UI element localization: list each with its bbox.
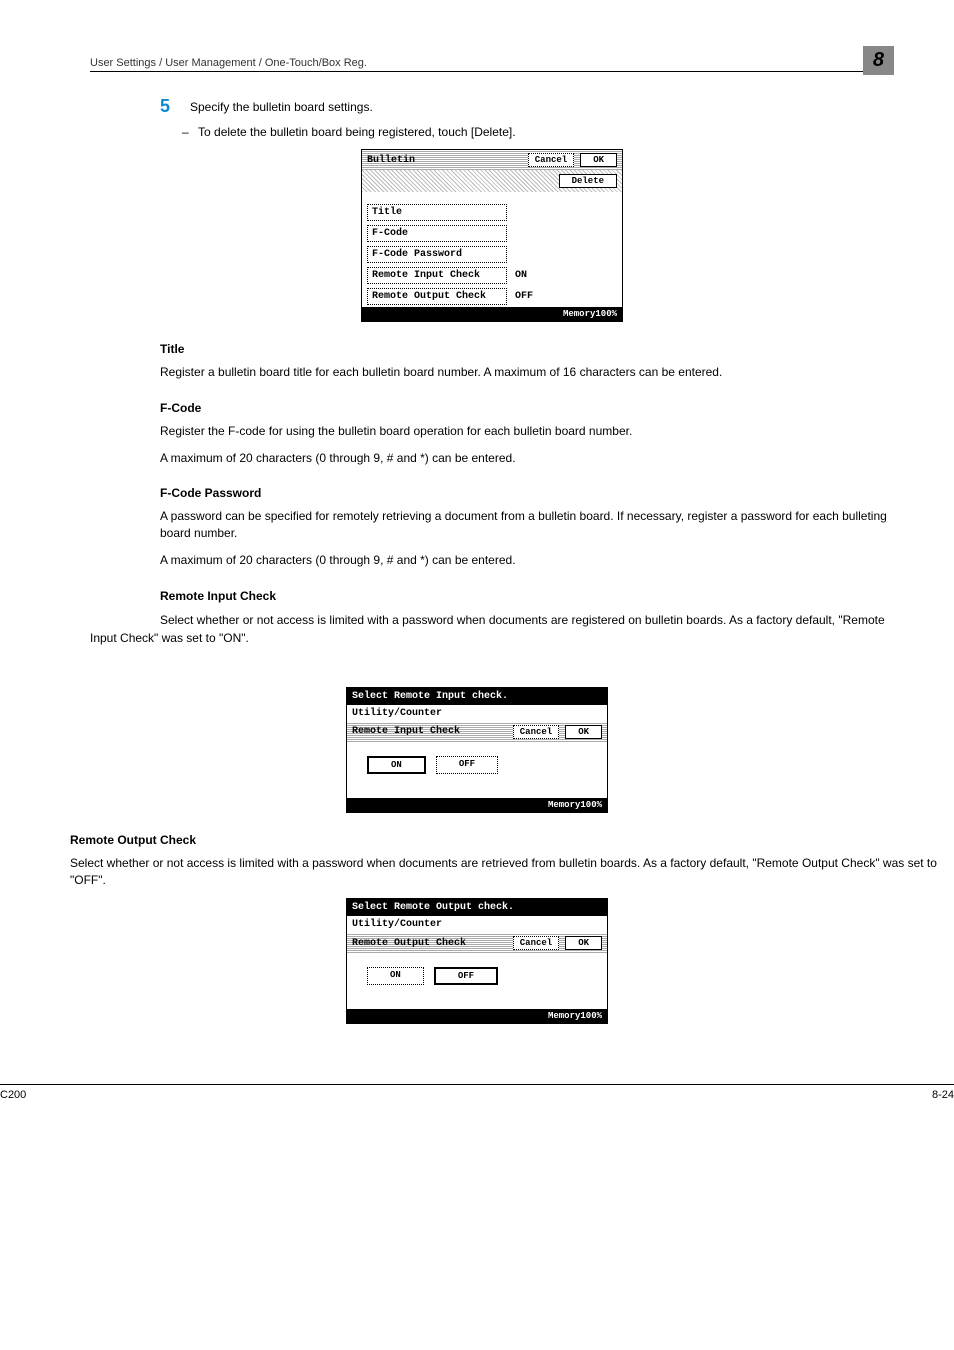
title-field[interactable]: Title	[367, 204, 507, 221]
ok-button[interactable]: OK	[565, 725, 602, 739]
memory-status: Memory100%	[362, 307, 622, 321]
remote-input-screenshot: Select Remote Input check. Utility/Count…	[346, 687, 608, 813]
fcode-password-heading: F-Code Password	[160, 486, 894, 500]
remote-output-body: Select whether or not access is limited …	[70, 855, 954, 889]
delete-button[interactable]: Delete	[559, 174, 617, 188]
cancel-button[interactable]: Cancel	[513, 936, 559, 950]
step-text: Specify the bulletin board settings.	[190, 96, 373, 114]
ss3-label: Remote Output Check	[352, 938, 466, 949]
step-sub-bullet: To delete the bulletin board being regis…	[198, 125, 894, 139]
memory-status: Memory100%	[347, 1009, 607, 1023]
cancel-button[interactable]: Cancel	[513, 725, 559, 739]
fcode-password-field[interactable]: F-Code Password	[367, 246, 507, 263]
off-toggle[interactable]: OFF	[434, 967, 498, 985]
remote-output-value: OFF	[507, 291, 533, 302]
on-toggle[interactable]: ON	[367, 967, 424, 985]
fcode-heading: F-Code	[160, 401, 894, 415]
remote-output-screenshot: Select Remote Output check. Utility/Coun…	[346, 898, 608, 1024]
on-toggle[interactable]: ON	[367, 756, 426, 774]
title-heading: Title	[160, 342, 894, 356]
fcode-field[interactable]: F-Code	[367, 225, 507, 242]
remote-input-check-field[interactable]: Remote Input Check	[367, 267, 507, 284]
ss2-header: Select Remote Input check.	[347, 688, 607, 705]
ss2-crumb: Utility/Counter	[347, 705, 607, 722]
fcode-password-body2: A maximum of 20 characters (0 through 9,…	[160, 552, 894, 569]
remote-output-check-field[interactable]: Remote Output Check	[367, 288, 507, 305]
footer-right: 8-24	[932, 1089, 954, 1101]
ok-button[interactable]: OK	[580, 153, 617, 167]
footer-left: C200	[0, 1089, 26, 1101]
memory-status: Memory100%	[347, 798, 607, 812]
off-toggle[interactable]: OFF	[436, 756, 498, 774]
remote-output-heading: Remote Output Check	[70, 833, 954, 847]
cancel-button[interactable]: Cancel	[528, 153, 574, 167]
ss3-crumb: Utility/Counter	[347, 916, 607, 933]
bulletin-screenshot: Bulletin Cancel OK Delete Title F-Code F…	[361, 149, 623, 322]
ss1-title: Bulletin	[367, 155, 415, 166]
step-number: 5	[160, 96, 190, 117]
remote-input-value: ON	[507, 270, 527, 281]
remote-input-heading: Remote Input Check	[160, 589, 894, 603]
fcode-body2: A maximum of 20 characters (0 through 9,…	[160, 450, 894, 467]
ok-button[interactable]: OK	[565, 936, 602, 950]
ss2-label: Remote Input Check	[352, 726, 460, 737]
fcode-password-body1: A password can be specified for remotely…	[160, 508, 894, 542]
breadcrumb: User Settings / User Management / One-To…	[90, 57, 367, 69]
ss3-header: Select Remote Output check.	[347, 899, 607, 916]
fcode-body1: Register the F-code for using the bullet…	[160, 423, 894, 440]
chapter-badge: 8	[863, 46, 894, 75]
title-body: Register a bulletin board title for each…	[160, 364, 894, 381]
remote-input-body: Select whether or not access is limited …	[90, 613, 885, 645]
